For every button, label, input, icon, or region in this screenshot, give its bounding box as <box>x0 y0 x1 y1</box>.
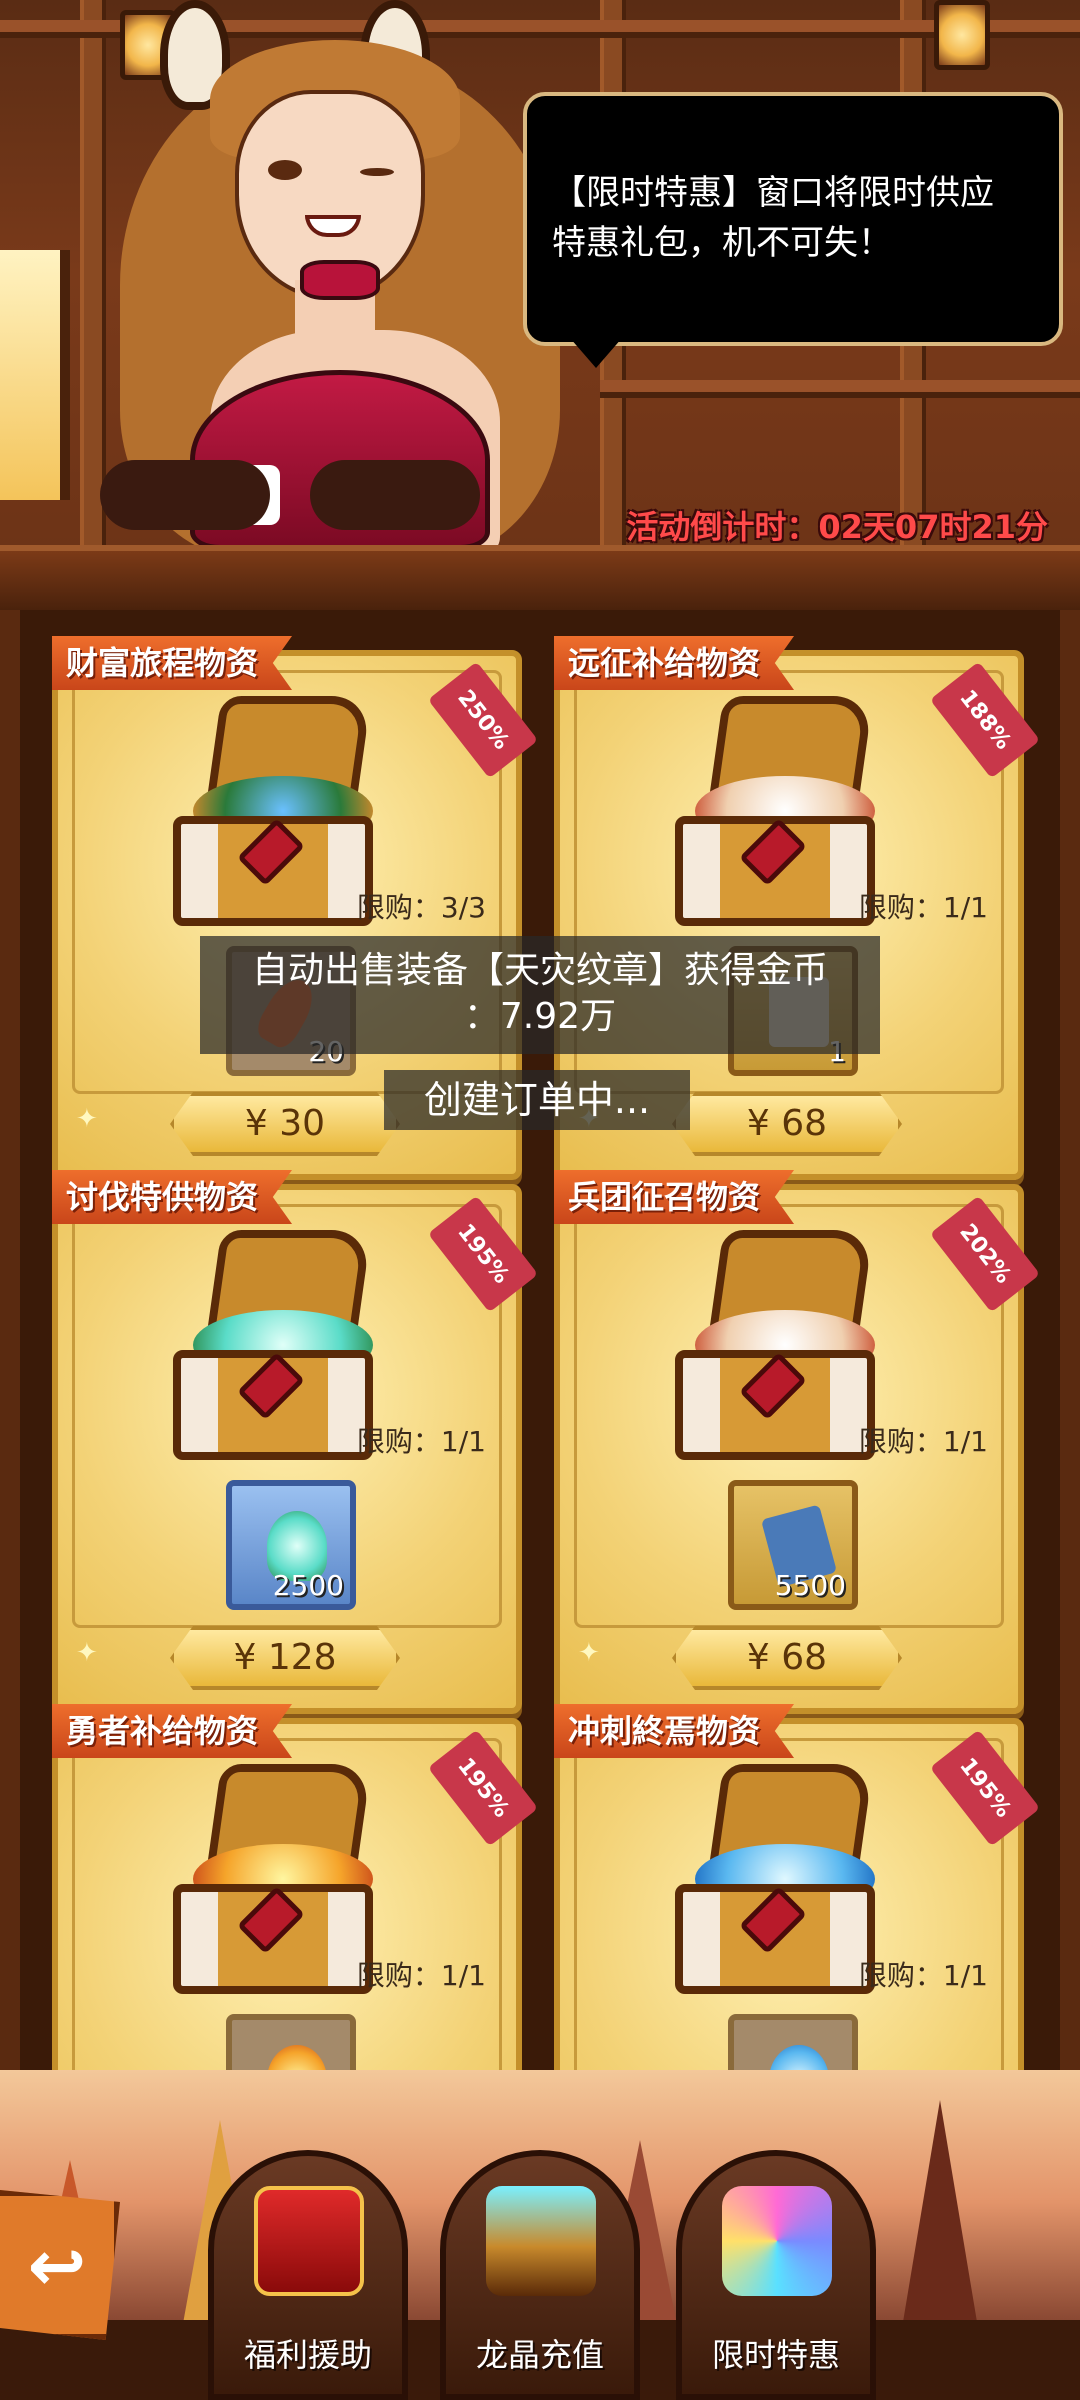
toast-line: ：7.92万 <box>463 996 617 1037</box>
fire-orb-icon <box>267 2045 327 2070</box>
nav-recharge[interactable]: 龙晶充值 <box>440 2150 640 2400</box>
nav-label: 龙晶充值 <box>475 2336 604 2374</box>
pack-card-sprint[interactable]: 冲刺終焉物资 195% 限购：1/1 <box>554 1704 1041 2070</box>
gem-gift-icon <box>722 2186 832 2296</box>
sale-toast: 自动出售装备【天灾纹章】获得金币 ：7.92万 <box>200 936 880 1054</box>
pack-title: 勇者补给物资 <box>52 1704 293 1758</box>
tree-decoration <box>900 2100 980 2340</box>
buy-button[interactable]: ¥ 68 <box>672 1626 902 1690</box>
glove <box>310 460 480 530</box>
bowtie <box>300 260 380 300</box>
reward-slot[interactable] <box>728 2014 858 2070</box>
purchase-limit: 限购：1/1 <box>356 1959 486 1992</box>
back-arrow-icon: ↩ <box>27 2225 87 2307</box>
nav-label: 限时特惠 <box>711 2336 840 2374</box>
nav-label: 福利援助 <box>243 2336 372 2374</box>
sparkle-icon: ✦ <box>76 1638 98 1668</box>
pack-title: 财富旅程物资 <box>52 636 293 690</box>
buy-button[interactable]: ¥ 68 <box>672 1092 902 1156</box>
purchase-limit: 限购：1/1 <box>858 1425 988 1458</box>
pack-title: 远征补给物资 <box>554 636 795 690</box>
buy-button[interactable]: ¥ 30 <box>170 1092 400 1156</box>
pack-card-crusade[interactable]: 讨伐特供物资 195% 限购：1/1 2500 ✦ ¥ 128 <box>52 1170 539 1714</box>
buy-button[interactable]: ¥ 128 <box>170 1626 400 1690</box>
toast-line: 自动出售装备【天灾纹章】获得金币 <box>251 950 828 991</box>
speech-line: 【限时特惠】窗口将限时供应 <box>552 173 994 213</box>
back-button[interactable]: ↩ <box>0 2190 120 2340</box>
speech-bubble-tail <box>570 338 622 368</box>
sparkle-icon: ✦ <box>578 1638 600 1668</box>
purchase-limit: 限购：1/1 <box>858 1959 988 1992</box>
shelf-beam <box>600 380 1080 398</box>
sparkle-icon: ✦ <box>76 1104 98 1134</box>
bottom-nav: ↩ 福利援助 龙晶充值 限时特惠 <box>0 2070 1080 2400</box>
reward-slot[interactable]: 2500 <box>226 1480 356 1610</box>
tavern-scene: 【限时特惠】窗口将限时供应 特惠礼包，机不可失！ 活动倒计时：02天07时21分 <box>0 0 1080 610</box>
glove <box>100 460 270 530</box>
reward-slot[interactable] <box>226 2014 356 2070</box>
character-wink <box>360 168 394 176</box>
nav-welfare[interactable]: 福利援助 <box>208 2150 408 2400</box>
character-eye <box>268 160 302 180</box>
crystal-chest-icon <box>486 2186 596 2296</box>
pack-title: 讨伐特供物资 <box>52 1170 293 1224</box>
reward-slot[interactable]: 5500 <box>728 1480 858 1610</box>
pack-card-hero[interactable]: 勇者补给物资 195% 限购：1/1 <box>52 1704 539 2070</box>
pack-card-legion[interactable]: 兵团征召物资 202% 限购：1/1 5500 ✦ ¥ 68 <box>554 1170 1041 1714</box>
water-drop-icon <box>769 2045 829 2070</box>
pack-title: 冲刺終焉物资 <box>554 1704 795 1758</box>
purchase-limit: 限购：1/1 <box>356 1425 486 1458</box>
event-countdown: 活动倒计时：02天07时21分 <box>626 508 1048 546</box>
pack-title: 兵团征召物资 <box>554 1170 795 1224</box>
purchase-limit: 限购：1/1 <box>858 891 988 924</box>
speech-line: 特惠礼包，机不可失！ <box>552 223 892 263</box>
reward-count: 5500 <box>774 1569 846 1602</box>
reward-count: 2500 <box>272 1569 344 1602</box>
tavern-counter <box>0 545 1080 610</box>
red-envelope-icon <box>254 2186 364 2296</box>
purchase-limit: 限购：3/3 <box>356 891 486 924</box>
lamp-icon <box>934 0 990 70</box>
speech-bubble: 【限时特惠】窗口将限时供应 特惠礼包，机不可失！ <box>523 92 1063 346</box>
nav-limited-offer[interactable]: 限时特惠 <box>676 2150 876 2400</box>
pack-shop[interactable]: 财富旅程物资 250% 限购：3/3 20 ✦ ¥ 30 远征补给物资 188%… <box>0 610 1080 2070</box>
loading-indicator: 创建订单中... <box>384 1070 690 1130</box>
